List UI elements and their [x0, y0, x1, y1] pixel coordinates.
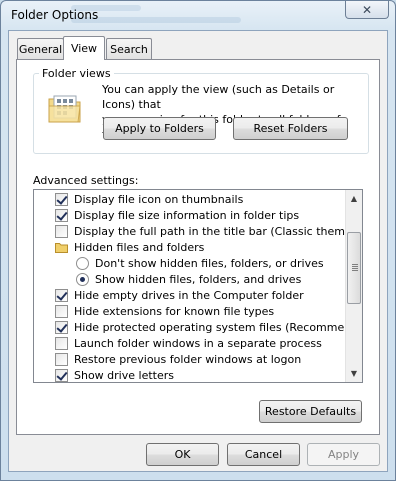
- tab-view[interactable]: View: [63, 36, 105, 60]
- checkbox[interactable]: [55, 192, 68, 206]
- option-label: Display the full path in the title bar (…: [74, 224, 363, 238]
- checkbox[interactable]: [55, 304, 68, 318]
- description-line-1: You can apply the view (such as Details …: [102, 83, 335, 111]
- checkbox[interactable]: [55, 336, 68, 350]
- settings-option[interactable]: Display file size information in folder …: [55, 207, 299, 223]
- folder-options-icon: [48, 95, 81, 123]
- settings-option[interactable]: Hide protected operating system files (R…: [55, 319, 363, 335]
- scroll-thumb[interactable]: [347, 232, 361, 304]
- scroll-up-button[interactable]: ▲: [346, 190, 362, 207]
- checkbox[interactable]: [55, 288, 68, 302]
- tab-label: View: [70, 42, 98, 55]
- option-label: Show drive letters: [74, 368, 174, 382]
- apply-button[interactable]: Apply: [307, 443, 380, 466]
- settings-option[interactable]: Launch folder windows in a separate proc…: [55, 335, 322, 351]
- checkbox[interactable]: [55, 224, 68, 238]
- background-window-ghost: [61, 1, 321, 29]
- window-title: Folder Options: [11, 8, 99, 22]
- cancel-button[interactable]: Cancel: [227, 443, 300, 466]
- option-label: Hide empty drives in the Computer folder: [74, 288, 304, 302]
- advanced-settings-label: Advanced settings:: [33, 174, 139, 187]
- tab-search[interactable]: Search: [106, 38, 152, 59]
- tab-general[interactable]: General: [17, 38, 64, 59]
- settings-option[interactable]: Display file icon on thumbnails: [55, 191, 243, 207]
- option-label: Show hidden files, folders, and drives: [95, 272, 302, 286]
- ok-button[interactable]: OK: [146, 443, 219, 466]
- apply-to-folders-button[interactable]: Apply to Folders: [103, 117, 216, 140]
- option-label: Display file icon on thumbnails: [74, 192, 244, 206]
- settings-option[interactable]: Show hidden files, folders, and drives: [76, 271, 301, 287]
- folder-icon: [55, 242, 68, 253]
- restore-defaults-button[interactable]: Restore Defaults: [259, 400, 362, 423]
- option-label: Restore previous folder windows at logon: [74, 352, 302, 366]
- radio-button[interactable]: [76, 272, 89, 286]
- checkbox[interactable]: [55, 368, 68, 382]
- option-label: Hide protected operating system files (R…: [74, 320, 363, 334]
- option-label: Display file size information in folder …: [74, 208, 300, 222]
- option-label: Hide extensions for known file types: [74, 304, 275, 318]
- settings-option[interactable]: Restore previous folder windows at logon: [55, 351, 301, 367]
- close-button[interactable]: ✕: [345, 1, 389, 19]
- folder-views-caption: Folder views: [39, 67, 114, 80]
- advanced-settings-list[interactable]: Display file icon on thumbnails Display f…: [33, 189, 363, 383]
- option-label: Launch folder windows in a separate proc…: [74, 336, 322, 350]
- tab-label: General: [18, 42, 63, 56]
- settings-option[interactable]: Hide extensions for known file types: [55, 303, 274, 319]
- settings-option[interactable]: Hide empty drives in the Computer folder: [55, 287, 304, 303]
- checkbox[interactable]: [55, 208, 68, 222]
- scroll-down-button[interactable]: ▼: [346, 365, 362, 382]
- option-label: Hidden files and folders: [74, 240, 205, 254]
- vertical-scrollbar[interactable]: ▲ ▼: [345, 190, 362, 382]
- settings-option[interactable]: Display the full path in the title bar (…: [55, 223, 363, 239]
- settings-category: Hidden files and folders: [55, 239, 204, 255]
- checkbox[interactable]: [55, 352, 68, 366]
- checkbox[interactable]: [55, 320, 68, 334]
- option-label: Don't show hidden files, folders, or dri…: [95, 256, 324, 270]
- radio-button[interactable]: [76, 256, 89, 270]
- reset-folders-button[interactable]: Reset Folders: [233, 117, 348, 140]
- tab-label: Search: [110, 42, 148, 56]
- close-icon: ✕: [361, 2, 373, 17]
- settings-option[interactable]: Show drive letters: [55, 367, 174, 382]
- settings-option[interactable]: Don't show hidden files, folders, or dri…: [76, 255, 324, 271]
